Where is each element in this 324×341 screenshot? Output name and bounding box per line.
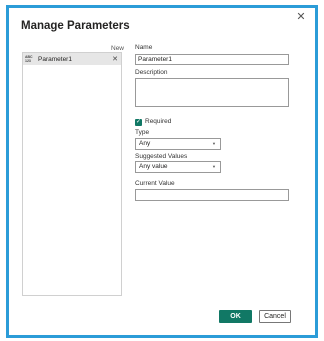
window-frame: ✕ Manage Parameters New ABC 123 Paramete… <box>6 5 318 338</box>
ok-button[interactable]: OK <box>219 310 252 323</box>
parameter-list: ABC 123 Parameter1 ✕ <box>22 52 122 296</box>
suggested-values-value: Any value <box>139 163 168 170</box>
chevron-down-icon: ▼ <box>212 141 216 146</box>
cancel-button[interactable]: Cancel <box>259 310 291 323</box>
suggested-values-select[interactable]: Any value ▼ <box>135 161 221 173</box>
required-checkbox[interactable]: ✓ <box>135 119 142 126</box>
suggested-values-label: Suggested Values <box>135 153 188 160</box>
new-parameter-button[interactable]: New <box>111 45 124 52</box>
name-field[interactable]: Parameter1 <box>135 54 289 65</box>
manage-parameters-dialog: ✕ Manage Parameters New ABC 123 Paramete… <box>9 8 315 335</box>
abc-123-type-icon: ABC 123 <box>25 55 33 63</box>
close-icon[interactable]: ✕ <box>295 11 307 23</box>
chevron-down-icon: ▼ <box>212 164 216 169</box>
close-icon[interactable]: ✕ <box>111 55 119 63</box>
description-field[interactable] <box>135 78 289 107</box>
type-select[interactable]: Any ▼ <box>135 138 221 150</box>
name-label: Name <box>135 44 153 51</box>
type-select-value: Any <box>139 140 151 147</box>
list-item-label: Parameter1 <box>38 55 72 63</box>
required-label: Required <box>145 118 172 125</box>
current-value-field[interactable] <box>135 189 289 201</box>
dialog-title: Manage Parameters <box>21 20 130 32</box>
type-label: Type <box>135 129 150 136</box>
list-item[interactable]: ABC 123 Parameter1 ✕ <box>23 53 121 65</box>
current-value-label: Current Value <box>135 180 175 187</box>
description-label: Description <box>135 69 168 76</box>
type-icon-bottom-text: 123 <box>25 59 31 63</box>
